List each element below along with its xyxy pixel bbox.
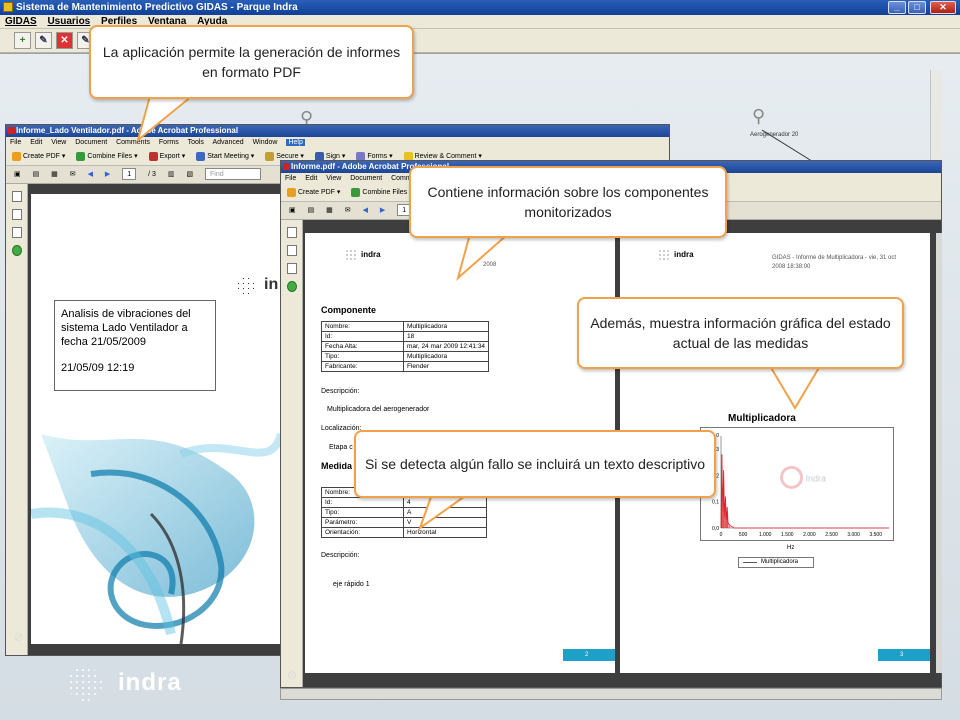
callout-4-text: Si se detecta algún fallo se incluirá un… (364, 456, 706, 472)
callout-1-text: La aplicación permite la generación de i… (102, 44, 401, 80)
callout-pdf-generation: La aplicación permite la generación de i… (89, 25, 414, 99)
callout-3-text: Además, muestra información gráfica del … (590, 315, 891, 351)
callout-2-tail (456, 233, 511, 281)
callout-3-tail (768, 365, 822, 410)
callout-graphic-info: Además, muestra información gráfica del … (577, 297, 904, 369)
callout-2-text: Contiene información sobre los component… (427, 184, 709, 220)
callout-1-tail (136, 95, 195, 143)
callout-failure-text: Si se detecta algún fallo se incluirá un… (354, 430, 716, 498)
callout-4-tail (418, 493, 472, 531)
callout-components-info: Contiene información sobre los component… (409, 166, 727, 238)
